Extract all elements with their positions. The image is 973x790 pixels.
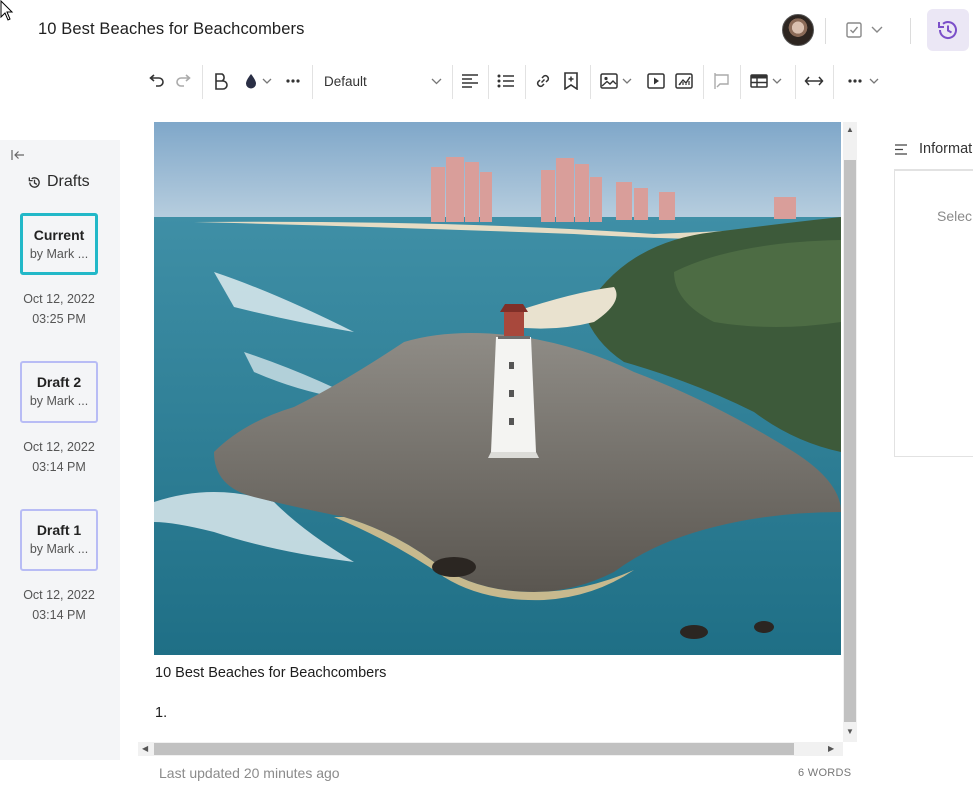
draft-author: by Mark ...: [29, 394, 89, 408]
history-button[interactable]: [927, 9, 969, 51]
status-menu-button[interactable]: [845, 16, 895, 44]
paragraph-style-select[interactable]: Default: [324, 68, 442, 94]
draft-name: Draft 2: [36, 374, 82, 390]
undo-button[interactable]: [144, 62, 168, 100]
full-width-button[interactable]: [802, 62, 826, 100]
header-divider: [825, 18, 826, 44]
align-left-icon: [462, 74, 478, 88]
undo-icon: [149, 74, 164, 87]
draft-name: Current: [33, 227, 85, 243]
scroll-left-arrow-icon[interactable]: ◀: [142, 744, 148, 753]
information-panel-header: Informat: [894, 141, 972, 157]
toolbar-divider: [452, 65, 453, 99]
scroll-up-arrow-icon[interactable]: ▲: [846, 125, 854, 134]
toolbar-divider: [488, 65, 489, 99]
last-updated-status: Last updated 20 minutes ago: [159, 765, 340, 781]
chart-button[interactable]: [672, 62, 696, 100]
chevron-down-icon: [869, 78, 878, 84]
bookmark-button[interactable]: [559, 62, 583, 100]
bullet-list-icon: [497, 74, 514, 88]
chevron-down-icon: [622, 78, 632, 84]
align-button[interactable]: [458, 62, 482, 100]
draft-card-draft-2[interactable]: Draft 2 by Mark ...: [20, 361, 98, 423]
align-left-icon: [895, 143, 907, 155]
toolbar-divider: [312, 65, 313, 99]
draft-time: 03:25 PM: [32, 312, 86, 326]
word-count: 6 WORDS: [798, 767, 852, 779]
chevron-down-icon: [772, 78, 782, 84]
draft-author: by Mark ...: [29, 247, 89, 261]
lighthouse-beach-photo[interactable]: [154, 122, 841, 655]
toolbar-divider: [833, 65, 834, 99]
toolbar-divider: [525, 65, 526, 99]
video-icon: [647, 73, 665, 89]
link-button[interactable]: [531, 62, 555, 100]
user-avatar[interactable]: [782, 14, 814, 46]
draft-author: by Mark ...: [29, 542, 89, 556]
draft-card-current[interactable]: Current by Mark ...: [20, 213, 98, 275]
toolbar-divider: [795, 65, 796, 99]
bookmark-icon: [564, 72, 578, 90]
history-icon: [938, 21, 957, 39]
collapse-panel-icon[interactable]: [11, 149, 25, 161]
table-button[interactable]: [746, 62, 786, 100]
mouse-cursor-icon: [0, 0, 14, 21]
more-icon: [286, 79, 300, 83]
vertical-scrollbar-thumb[interactable]: [844, 160, 856, 722]
drafts-heading: Drafts: [27, 173, 90, 191]
chevron-down-icon: [871, 26, 883, 33]
history-icon: [28, 176, 40, 188]
horizontal-scrollbar-thumb[interactable]: [154, 743, 794, 755]
image-icon: [600, 73, 618, 89]
table-icon: [750, 74, 768, 88]
chart-icon: [675, 73, 693, 89]
vertical-scrollbar[interactable]: ▲ ▼: [843, 122, 857, 742]
redo-button[interactable]: [172, 62, 196, 100]
information-panel-title: Informat: [919, 141, 973, 157]
bullet-list-button[interactable]: [494, 62, 518, 100]
scroll-right-arrow-icon[interactable]: ▶: [828, 744, 834, 753]
editor-toolbar: Default: [140, 62, 900, 100]
more-options-button[interactable]: [844, 62, 882, 100]
chevron-down-icon: [262, 78, 272, 84]
chevron-down-icon: [431, 78, 442, 84]
bold-icon: [215, 73, 228, 90]
bold-button[interactable]: [210, 62, 232, 100]
scroll-down-arrow-icon[interactable]: ▼: [846, 727, 854, 736]
image-caption[interactable]: 10 Best Beaches for Beachcombers: [155, 665, 386, 681]
draft-timestamp: Oct 12, 2022 03:14 PM: [0, 585, 118, 625]
toolbar-divider: [202, 65, 203, 99]
draft-date: Oct 12, 2022: [23, 440, 95, 454]
comment-icon: [714, 73, 729, 89]
draft-time: 03:14 PM: [32, 608, 86, 622]
more-format-button[interactable]: [282, 62, 304, 100]
video-button[interactable]: [644, 62, 668, 100]
text-color-icon: [246, 74, 256, 89]
toolbar-divider: [740, 65, 741, 99]
draft-card-draft-1[interactable]: Draft 1 by Mark ...: [20, 509, 98, 571]
header-divider: [910, 18, 911, 44]
draft-date: Oct 12, 2022: [23, 588, 95, 602]
checkbox-icon: [846, 22, 862, 38]
link-icon: [536, 74, 550, 88]
expand-icon: [804, 76, 824, 86]
text-color-button[interactable]: [238, 62, 278, 100]
draft-time: 03:14 PM: [32, 460, 86, 474]
horizontal-scrollbar[interactable]: ◀ ▶: [138, 742, 843, 756]
draft-name: Draft 1: [36, 522, 82, 538]
paragraph-style-value: Default: [324, 73, 367, 89]
numbered-list-item[interactable]: 1.: [155, 705, 167, 721]
comment-button[interactable]: [709, 62, 733, 100]
document-title: 10 Best Beaches for Beachcombers: [38, 20, 305, 38]
information-panel-placeholder: Selec: [937, 208, 973, 224]
image-button[interactable]: [596, 62, 636, 100]
redo-icon: [176, 74, 191, 87]
more-icon: [847, 79, 862, 83]
draft-timestamp: Oct 12, 2022 03:25 PM: [0, 289, 118, 329]
draft-timestamp: Oct 12, 2022 03:14 PM: [0, 437, 118, 477]
toolbar-divider: [703, 65, 704, 99]
toolbar-divider: [590, 65, 591, 99]
draft-date: Oct 12, 2022: [23, 292, 95, 306]
drafts-title: Drafts: [47, 173, 90, 190]
